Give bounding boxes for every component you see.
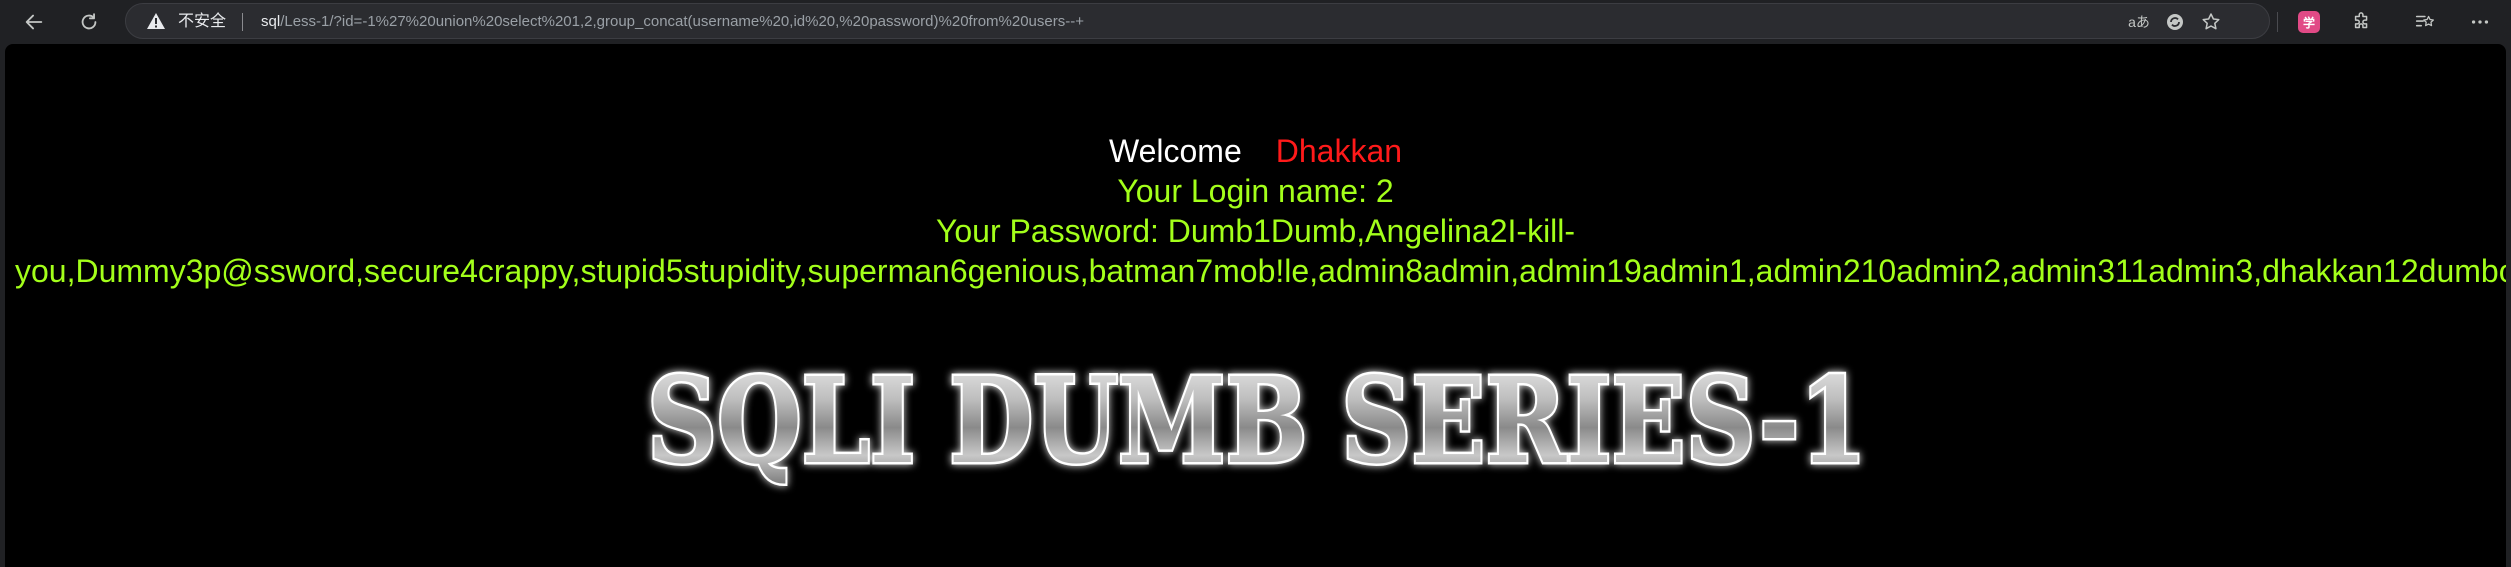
sqli-dumb-series-logo: SQLI DUMB SERIES-1 xyxy=(645,349,1870,493)
translate-icon[interactable] xyxy=(2164,11,2186,33)
warning-icon[interactable] xyxy=(146,12,166,30)
page-viewport: Welcome Dhakkan Your Login name: 2 Your P… xyxy=(5,44,2506,567)
url-text[interactable]: sql/Less-1/?id=-1%27%20union%20select%20… xyxy=(261,4,1084,40)
logo-text: SQLI DUMB SERIES-1 xyxy=(647,351,1867,490)
refresh-button[interactable] xyxy=(73,6,105,38)
toolbar-divider xyxy=(2277,12,2278,32)
extension-badge-button[interactable]: 学 xyxy=(2295,8,2323,36)
password-line-2: you,Dummy3p@ssword,secure4crappy,stupid5… xyxy=(15,253,2506,289)
browser-toolbar: 不安全 sql/Less-1/?id=-1%27%20union%20selec… xyxy=(0,0,2511,44)
url-host: sql xyxy=(261,13,281,30)
welcome-line: Welcome Dhakkan xyxy=(5,132,2506,170)
extension-badge-icon: 学 xyxy=(2298,11,2320,33)
back-arrow-icon xyxy=(25,14,43,30)
welcome-text: Welcome xyxy=(1108,133,1242,169)
back-button[interactable] xyxy=(18,6,50,38)
extensions-button[interactable] xyxy=(2348,8,2376,36)
url-path: /Less-1/?id=-1%27%20union%20select%201,2… xyxy=(280,13,1084,30)
puzzle-icon xyxy=(2354,12,2368,29)
login-name-line: Your Login name: 2 xyxy=(1117,173,1394,209)
address-bar[interactable]: 不安全 sql/Less-1/?id=-1%27%20union%20selec… xyxy=(125,3,2270,39)
refresh-icon xyxy=(81,13,97,30)
star-icon[interactable] xyxy=(2200,11,2222,33)
password-line-1: Your Password: Dumb1Dumb,Angelina2I-kill… xyxy=(935,213,1576,249)
address-separator xyxy=(242,13,243,31)
welcome-name: Dhakkan xyxy=(1275,133,1403,169)
favorites-icon xyxy=(2415,15,2434,27)
read-aloud-icon[interactable]: aあ xyxy=(2128,11,2150,33)
favorites-button[interactable] xyxy=(2410,8,2438,36)
security-status-label[interactable]: 不安全 xyxy=(178,4,226,40)
more-icon xyxy=(2471,20,2489,24)
more-button[interactable] xyxy=(2466,8,2494,36)
